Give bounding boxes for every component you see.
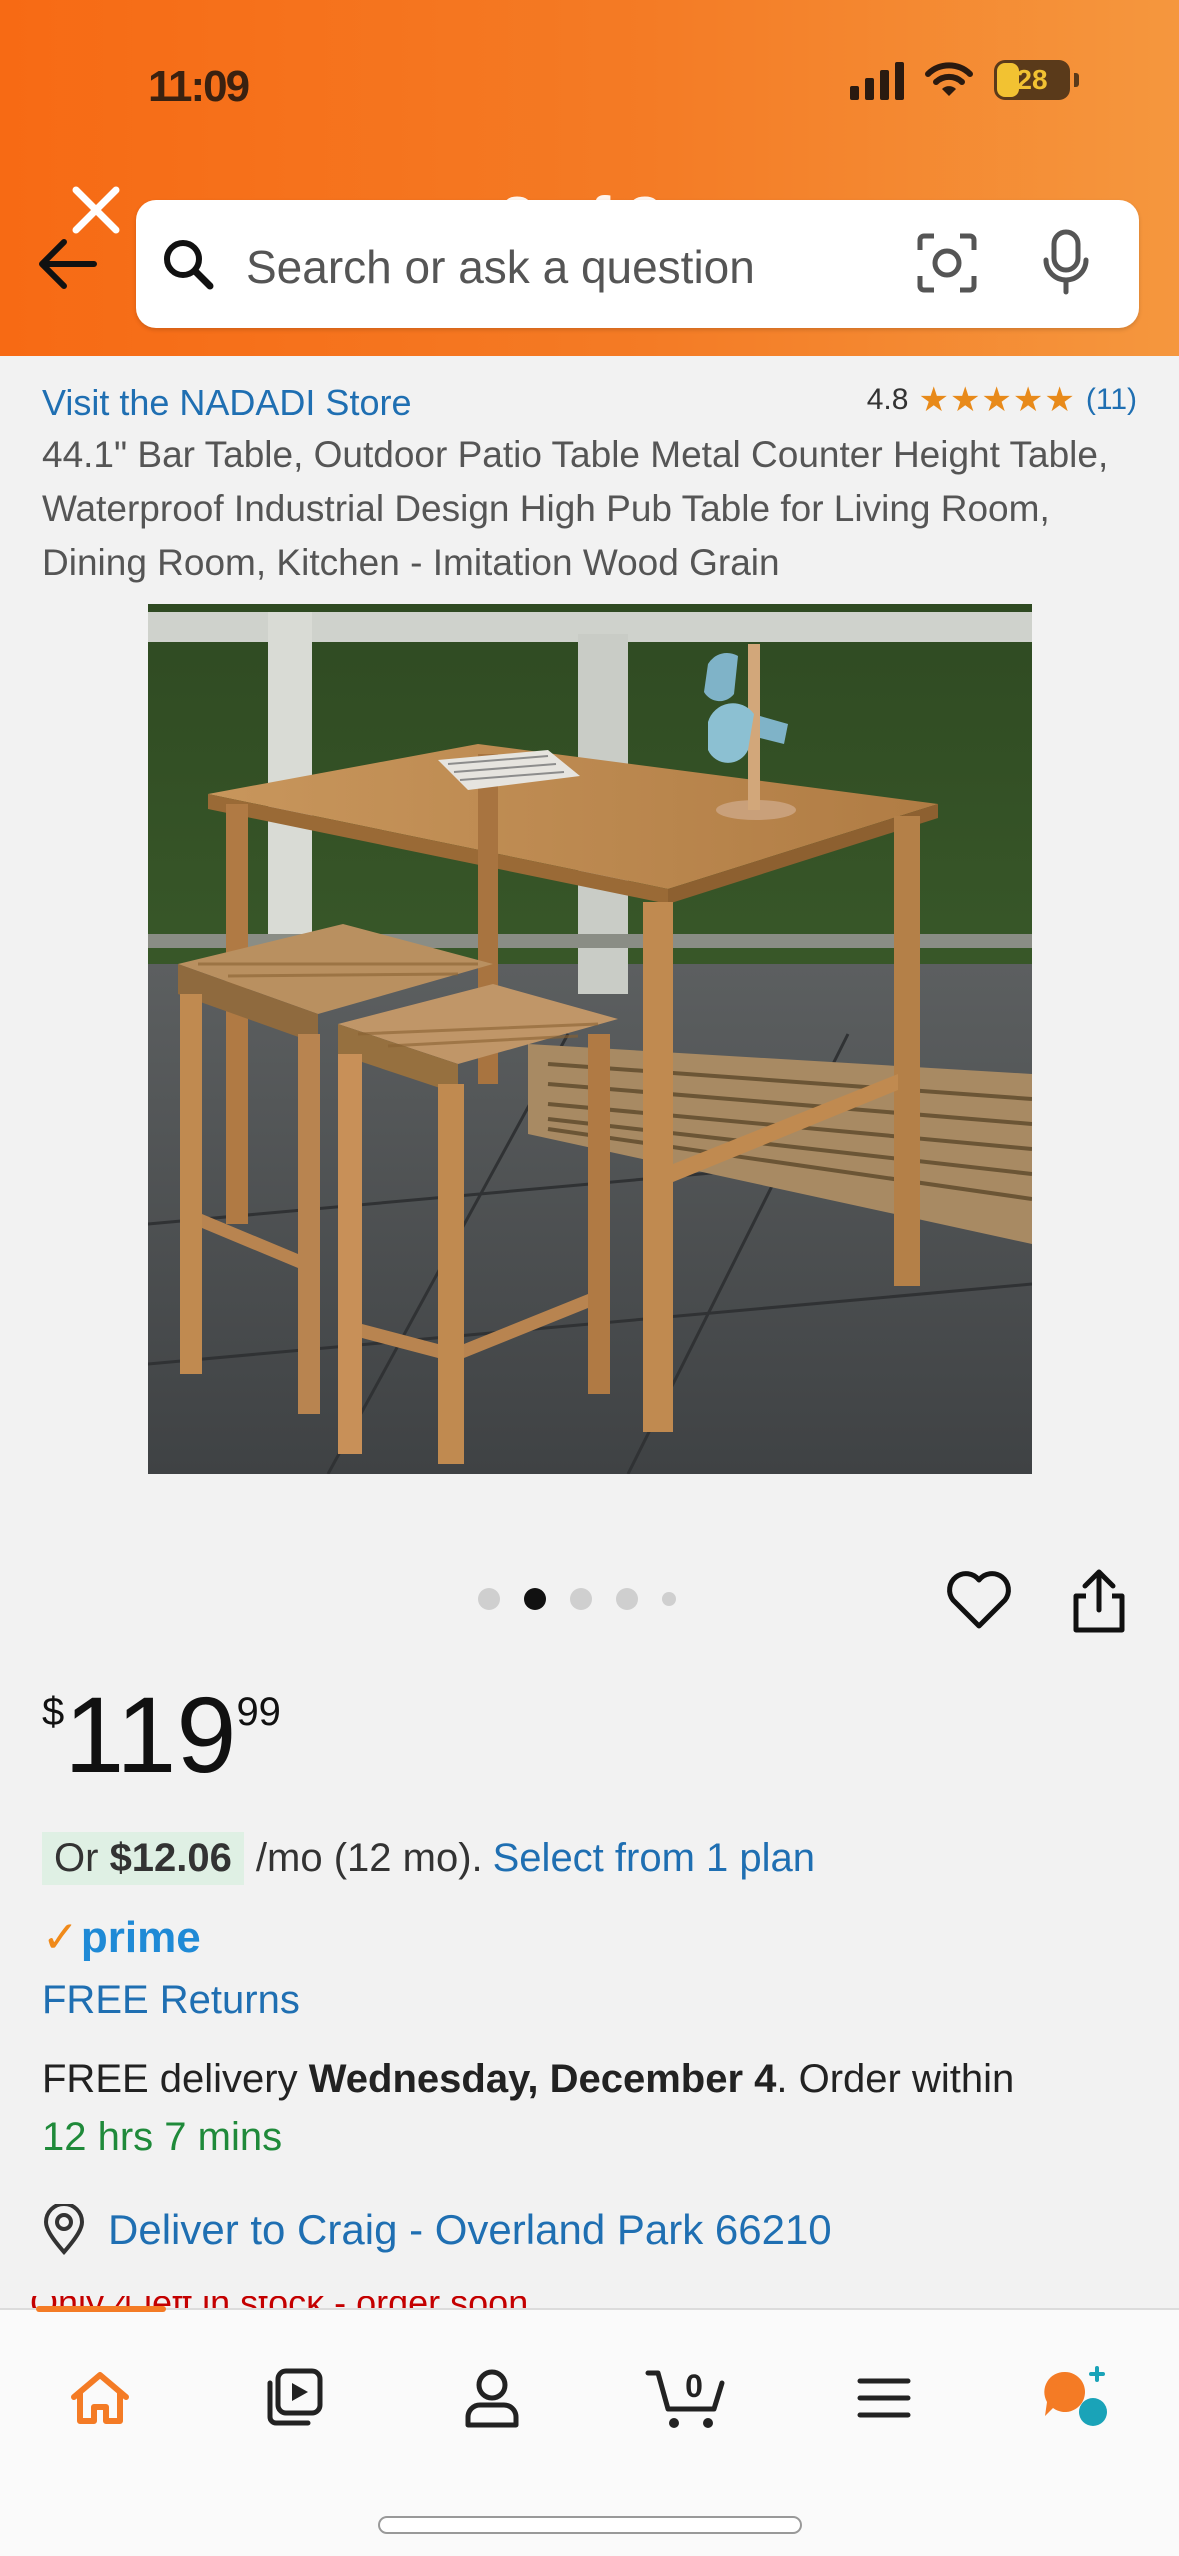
image-carousel-dots[interactable] — [478, 1588, 676, 1610]
price-whole: 119 — [64, 1674, 237, 1795]
installment-term: /mo (12 mo). — [255, 1836, 483, 1880]
rufus-icon — [1044, 2366, 1107, 2426]
delivery-info: FREE delivery Wednesday, December 4. Ord… — [42, 2050, 1152, 2166]
nav-active-indicator — [36, 2306, 166, 2312]
installment-amount: $12.06 — [109, 1836, 232, 1880]
nav-rufus[interactable] — [1036, 2358, 1116, 2438]
rating-summary[interactable]: 4.8 ★★★★★ (11) — [867, 380, 1137, 420]
installment-badge: Or $12.06 — [42, 1832, 244, 1885]
close-icon[interactable] — [66, 180, 126, 240]
nav-menu[interactable] — [844, 2358, 924, 2438]
prime-label: prime — [80, 1912, 201, 1962]
search-placeholder: Search or ask a question — [246, 241, 755, 293]
free-returns-link[interactable]: FREE Returns — [42, 1978, 300, 2023]
search-input[interactable]: Search or ask a question — [136, 200, 1139, 328]
cart-count: 0 — [685, 2368, 703, 2404]
price-fraction: 99 — [236, 1690, 281, 1734]
microphone-icon[interactable] — [1038, 228, 1094, 298]
rating-count[interactable]: (11) — [1086, 383, 1137, 417]
inspire-icon — [267, 2368, 323, 2426]
cellular-signal-icon — [850, 60, 904, 100]
price: $ 119 99 — [42, 1680, 281, 1790]
delivery-countdown: 12 hrs 7 mins — [42, 2115, 283, 2159]
delivery-middle: . Order within — [776, 2057, 1015, 2101]
back-arrow-icon[interactable] — [34, 234, 104, 294]
carousel-dot[interactable] — [570, 1588, 592, 1610]
rating-stars-icon: ★★★★★ — [918, 381, 1076, 419]
select-plan-link[interactable]: Select from 1 plan — [493, 1836, 815, 1881]
prime-check-icon: ✓ — [42, 1913, 79, 1962]
carousel-dot[interactable] — [616, 1588, 638, 1610]
status-icons: 28 — [850, 60, 1079, 100]
visit-store-link[interactable]: Visit the NADADI Store — [42, 382, 411, 424]
delivery-prefix: FREE delivery — [42, 2057, 298, 2101]
rating-value: 4.8 — [866, 383, 909, 416]
product-image[interactable] — [148, 604, 1032, 1474]
status-time: 11:09 — [148, 62, 250, 111]
nav-home[interactable] — [60, 2358, 140, 2438]
product-detail-screen: 11:09 28 2 of 8 — [0, 0, 1179, 2556]
carousel-dot[interactable] — [478, 1588, 500, 1610]
account-icon — [465, 2369, 519, 2428]
heart-icon[interactable] — [944, 1568, 1014, 1632]
nav-account[interactable] — [452, 2358, 532, 2438]
nav-inspire[interactable] — [254, 2358, 334, 2438]
share-icon[interactable] — [1068, 1566, 1130, 1636]
deliver-to-text: Deliver to Craig - Overland Park 66210 — [108, 2206, 832, 2253]
price-symbol: $ — [42, 1690, 65, 1734]
nav-cart[interactable]: 0 — [644, 2358, 732, 2438]
wifi-icon — [925, 62, 973, 96]
installment-prefix: Or — [54, 1836, 99, 1880]
search-icon — [164, 240, 214, 290]
location-pin-icon — [43, 2204, 85, 2256]
bottom-nav: 0 — [0, 2308, 1179, 2556]
menu-icon — [857, 2378, 911, 2418]
installment-offer: Or $12.06 /mo (12 mo). Select from 1 pla… — [42, 1832, 815, 1885]
home-indicator[interactable] — [378, 2516, 802, 2534]
camera-lens-icon[interactable] — [914, 230, 980, 296]
delivery-date: Wednesday, December 4 — [308, 2057, 777, 2101]
header: 11:09 28 2 of 8 — [0, 0, 1179, 356]
carousel-dot-active[interactable] — [524, 1588, 546, 1610]
battery-icon: 28 — [994, 60, 1070, 100]
battery-level: 28 — [1016, 64, 1048, 95]
product-title: 44.1" Bar Table, Outdoor Patio Table Met… — [42, 434, 1109, 583]
prime-badge: ✓ prime — [42, 1912, 201, 1963]
carousel-dot[interactable] — [662, 1592, 676, 1606]
cart-icon: 0 — [645, 2368, 725, 2428]
deliver-to-link[interactable]: Deliver to Craig - Overland Park 66210 — [42, 2204, 832, 2256]
home-icon — [71, 2372, 129, 2424]
